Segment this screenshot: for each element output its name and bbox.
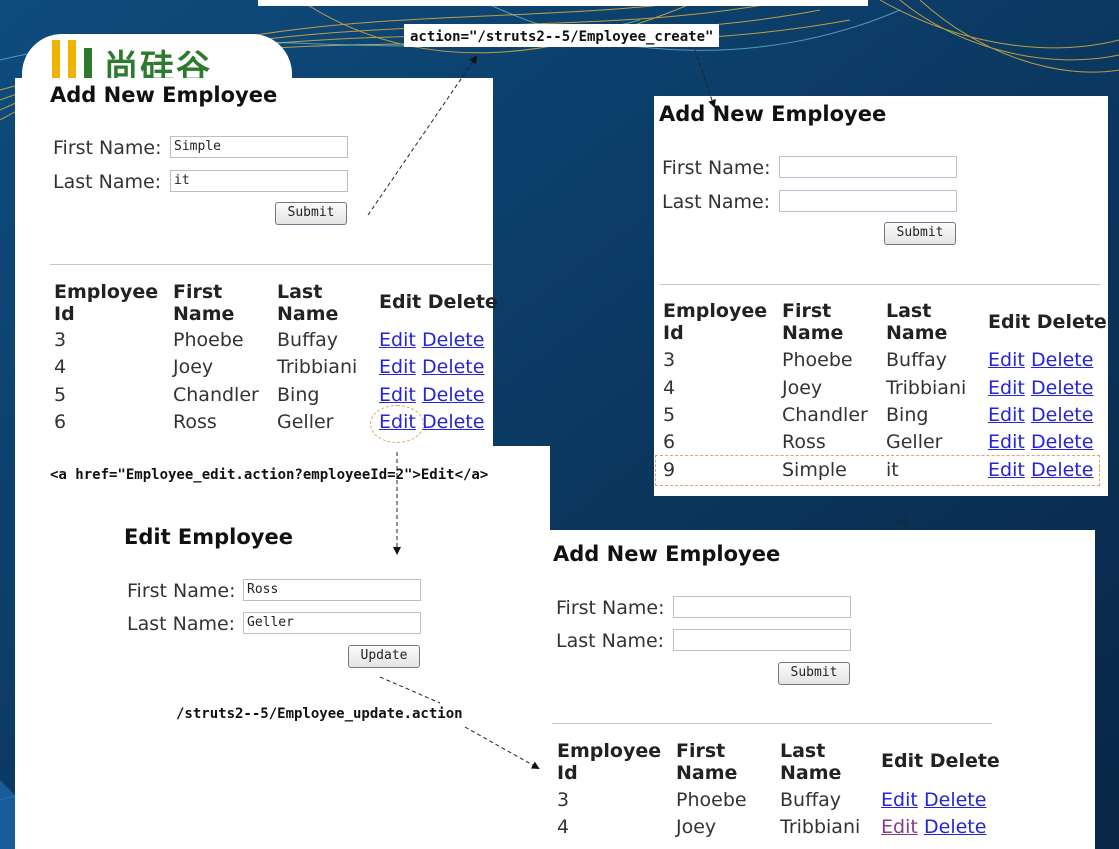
first-name-label: First Name:	[53, 137, 162, 159]
header-last-name: Last Name	[780, 740, 842, 784]
cell-id: 3	[663, 349, 676, 371]
cell-id: 3	[557, 789, 570, 811]
create-action-annotation: action="/struts2--5/Employee_create"	[404, 24, 720, 47]
cell-id: 6	[663, 431, 676, 453]
update-action-annotation: /struts2--5/Employee_update.action	[176, 706, 463, 722]
first-name-field[interactable]: Simple	[170, 136, 348, 158]
cell-id: 6	[54, 411, 67, 433]
delete-link[interactable]: Delete	[422, 411, 484, 433]
create-action-text: action="/struts2--5/Employee_create"	[410, 29, 714, 45]
cell-first-name: Phoebe	[173, 329, 244, 351]
edit-link[interactable]: Edit	[379, 329, 416, 351]
last-name-field[interactable]: Geller	[243, 612, 421, 634]
edit-link[interactable]: Edit	[379, 384, 416, 406]
last-name-label: Last Name:	[53, 171, 162, 193]
cell-id: 4	[663, 377, 676, 399]
cell-id: 3	[54, 329, 67, 351]
first-name-field[interactable]	[779, 156, 957, 178]
cell-last-name: Buffay	[277, 329, 339, 351]
edit-link[interactable]: Edit	[881, 789, 918, 811]
header-first-name: First Name	[173, 281, 235, 325]
delete-link[interactable]: Delete	[1031, 404, 1093, 426]
cell-first-name: Ross	[173, 411, 217, 433]
cell-last-name: Tribbiani	[277, 356, 358, 378]
update-button[interactable]: Update	[348, 645, 420, 668]
cell-first-name: Chandler	[173, 384, 259, 406]
logo-mark-icon-2	[68, 40, 76, 80]
logo-mark-icon-3	[84, 48, 92, 80]
new-row-highlight	[655, 455, 1100, 486]
cell-first-name: Ross	[782, 431, 826, 453]
edit-link-code-annotation-box: <a href="Employee_edit.action?employeeId…	[44, 462, 495, 485]
delete-link[interactable]: Delete	[422, 329, 484, 351]
first-name-label: First Name:	[662, 157, 771, 179]
cell-id: 5	[54, 384, 67, 406]
delete-link[interactable]: Delete	[924, 816, 986, 838]
cell-first-name: Phoebe	[676, 789, 747, 811]
cell-last-name: Bing	[886, 404, 929, 426]
first-name-label: First Name:	[127, 580, 236, 602]
edit-link[interactable]: Edit	[988, 431, 1025, 453]
cell-first-name: Joey	[173, 356, 214, 378]
last-name-field[interactable]	[779, 190, 957, 212]
cell-last-name: Geller	[886, 431, 943, 453]
edit-link[interactable]: Edit	[988, 404, 1025, 426]
header-edit-delete: Edit Delete	[881, 750, 1000, 772]
delete-link[interactable]: Delete	[1031, 349, 1093, 371]
submit-button[interactable]: Submit	[884, 222, 956, 245]
edit-page-title: Edit Employee	[124, 525, 293, 549]
panel-edit-employee	[15, 446, 550, 849]
first-name-field[interactable]	[673, 596, 851, 618]
header-employee-id: Employee Id	[663, 300, 768, 344]
last-name-label: Last Name:	[556, 630, 665, 652]
cell-first-name: Joey	[676, 816, 717, 838]
cell-first-name: Chandler	[782, 404, 868, 426]
header-last-name: Last Name	[277, 281, 339, 325]
header-first-name: First Name	[782, 300, 844, 344]
delete-link[interactable]: Delete	[422, 356, 484, 378]
logo-mark-icon	[52, 40, 60, 80]
cell-id: 4	[54, 356, 67, 378]
edit-link[interactable]: Edit	[379, 356, 416, 378]
divider	[50, 264, 492, 265]
header-employee-id: Employee Id	[557, 740, 662, 784]
edit-link[interactable]: Edit	[881, 816, 918, 838]
delete-link[interactable]: Delete	[422, 384, 484, 406]
header-first-name: First Name	[676, 740, 738, 784]
cell-id: 4	[557, 816, 570, 838]
page-title: Add New Employee	[659, 102, 887, 126]
header-edit-delete: Edit Delete	[379, 291, 498, 313]
delete-link[interactable]: Delete	[1031, 377, 1093, 399]
last-name-field[interactable]: it	[170, 170, 348, 192]
cell-id: 5	[663, 404, 676, 426]
page-title: Add New Employee	[553, 542, 781, 566]
delete-link[interactable]: Delete	[1031, 431, 1093, 453]
divider	[552, 723, 992, 724]
edit-link[interactable]: Edit	[988, 349, 1025, 371]
divider	[659, 284, 1100, 285]
cell-last-name: Buffay	[780, 789, 842, 811]
page-title: Add New Employee	[50, 83, 278, 107]
cell-last-name: Bing	[277, 384, 320, 406]
last-name-label: Last Name:	[127, 613, 236, 635]
edit-highlight-oval	[370, 405, 424, 443]
cell-first-name: Joey	[782, 377, 823, 399]
header-edit-delete: Edit Delete	[988, 311, 1107, 333]
cell-last-name: Tribbiani	[886, 377, 967, 399]
delete-link[interactable]: Delete	[924, 789, 986, 811]
cell-first-name: Phoebe	[782, 349, 853, 371]
header-last-name: Last Name	[886, 300, 948, 344]
first-name-label: First Name:	[556, 597, 665, 619]
submit-button[interactable]: Submit	[275, 202, 347, 225]
header-employee-id: Employee Id	[54, 281, 159, 325]
cell-last-name: Buffay	[886, 349, 948, 371]
cell-last-name: Tribbiani	[780, 816, 861, 838]
edit-link[interactable]: Edit	[988, 377, 1025, 399]
last-name-field[interactable]	[673, 629, 851, 651]
last-name-label: Last Name:	[662, 191, 771, 213]
edit-link-code-text: <a href="Employee_edit.action?employeeId…	[50, 467, 489, 483]
cell-last-name: Geller	[277, 411, 334, 433]
submit-button[interactable]: Submit	[778, 662, 850, 685]
first-name-field[interactable]: Ross	[243, 579, 421, 601]
